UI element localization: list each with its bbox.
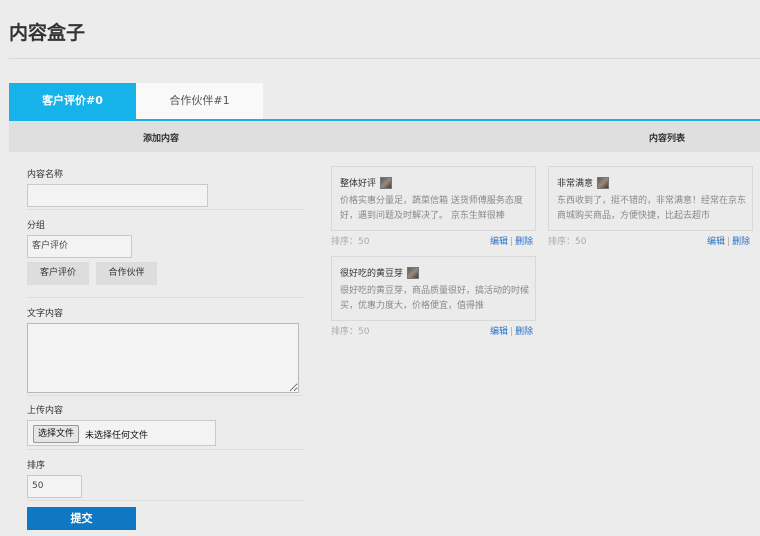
upload-row: 上传内容 选择文件 未选择任何文件: [27, 403, 303, 450]
add-content-heading: 添加内容: [143, 134, 180, 144]
card-actions: 编辑 | 删除: [490, 324, 533, 337]
no-file-text: 未选择任何文件: [85, 431, 149, 441]
avatar: [407, 266, 420, 279]
card-title-text: 很好吃的黄豆芽: [340, 269, 404, 279]
name-label: 内容名称: [27, 170, 64, 180]
card-actions: 编辑 | 删除: [490, 234, 533, 247]
card-sort: 排序：50: [331, 237, 370, 247]
avatar: [380, 176, 393, 189]
tab-customer-reviews[interactable]: 客户评价#0: [9, 83, 136, 119]
group-input[interactable]: 客户评价: [27, 235, 132, 258]
text-row: 文字内容: [27, 306, 303, 396]
sort-label: 排序: [27, 461, 46, 471]
card-sort: 排序：50: [548, 237, 587, 247]
delete-link[interactable]: 删除: [515, 327, 533, 337]
delete-link[interactable]: 删除: [732, 237, 750, 247]
edit-link[interactable]: 编辑: [707, 237, 725, 247]
tab-partners[interactable]: 合作伙伴#1: [136, 83, 263, 119]
card-sort: 排序：50: [331, 327, 370, 337]
card-title-text: 非常满意: [557, 179, 594, 189]
content-card: 非常满意 东西收到了，挺不错的，非常满意！经常在京东商城购买商品，方便快捷，比起…: [548, 166, 753, 231]
title-divider: [9, 58, 760, 59]
text-label: 文字内容: [27, 309, 64, 319]
name-row: 内容名称: [27, 167, 303, 210]
group-customer-review-button[interactable]: 客户评价: [27, 262, 89, 285]
card-body: 价格实惠分量足，蔬菜信箱 送货师傅服务态度好，遇到问题及时解决了。 京东生鲜很棒: [340, 196, 523, 221]
group-row: 分组 客户评价 客户评价 合作伙伴: [27, 218, 303, 298]
edit-link[interactable]: 编辑: [490, 237, 508, 247]
action-separator: |: [510, 327, 514, 337]
page-title: 内容盒子: [9, 22, 86, 44]
file-input: 选择文件 未选择任何文件: [27, 420, 216, 446]
card-actions: 编辑 | 删除: [707, 234, 750, 247]
content-card: 很好吃的黄豆芽 很好吃的黄豆芽，商品质量很好，搞活动的时候买，优惠力度大，价格便…: [331, 256, 536, 321]
card-title: 非常满意: [557, 176, 610, 189]
avatar: [597, 176, 610, 189]
content-list-heading: 内容列表: [649, 134, 686, 144]
group-partner-button[interactable]: 合作伙伴: [96, 262, 157, 285]
edit-link[interactable]: 编辑: [490, 327, 508, 337]
text-content-textarea[interactable]: [27, 323, 299, 393]
sort-input[interactable]: 50: [27, 475, 82, 498]
upload-label: 上传内容: [27, 406, 64, 416]
card-title-text: 整体好评: [340, 179, 377, 189]
choose-file-button[interactable]: 选择文件: [33, 425, 80, 443]
action-separator: |: [510, 237, 514, 247]
sort-row: 排序 50: [27, 458, 303, 501]
content-card: 整体好评 价格实惠分量足，蔬菜信箱 送货师傅服务态度好，遇到问题及时解决了。 京…: [331, 166, 536, 231]
card-body: 东西收到了，挺不错的，非常满意！经常在京东商城购买商品，方便快捷，比起去超市: [557, 196, 747, 221]
delete-link[interactable]: 删除: [515, 237, 533, 247]
tab-bar: 客户评价#0 合作伙伴#1: [9, 83, 263, 119]
card-body: 很好吃的黄豆芽，商品质量很好，搞活动的时候买，优惠力度大，价格便宜，值得推: [340, 286, 530, 311]
group-label: 分组: [27, 221, 46, 231]
section-header-bar: 添加内容 内容列表: [9, 119, 760, 152]
action-separator: |: [727, 237, 731, 247]
name-input[interactable]: [27, 184, 208, 207]
submit-button[interactable]: 提交: [27, 507, 136, 530]
card-title: 很好吃的黄豆芽: [340, 266, 420, 279]
card-title: 整体好评: [340, 176, 393, 189]
